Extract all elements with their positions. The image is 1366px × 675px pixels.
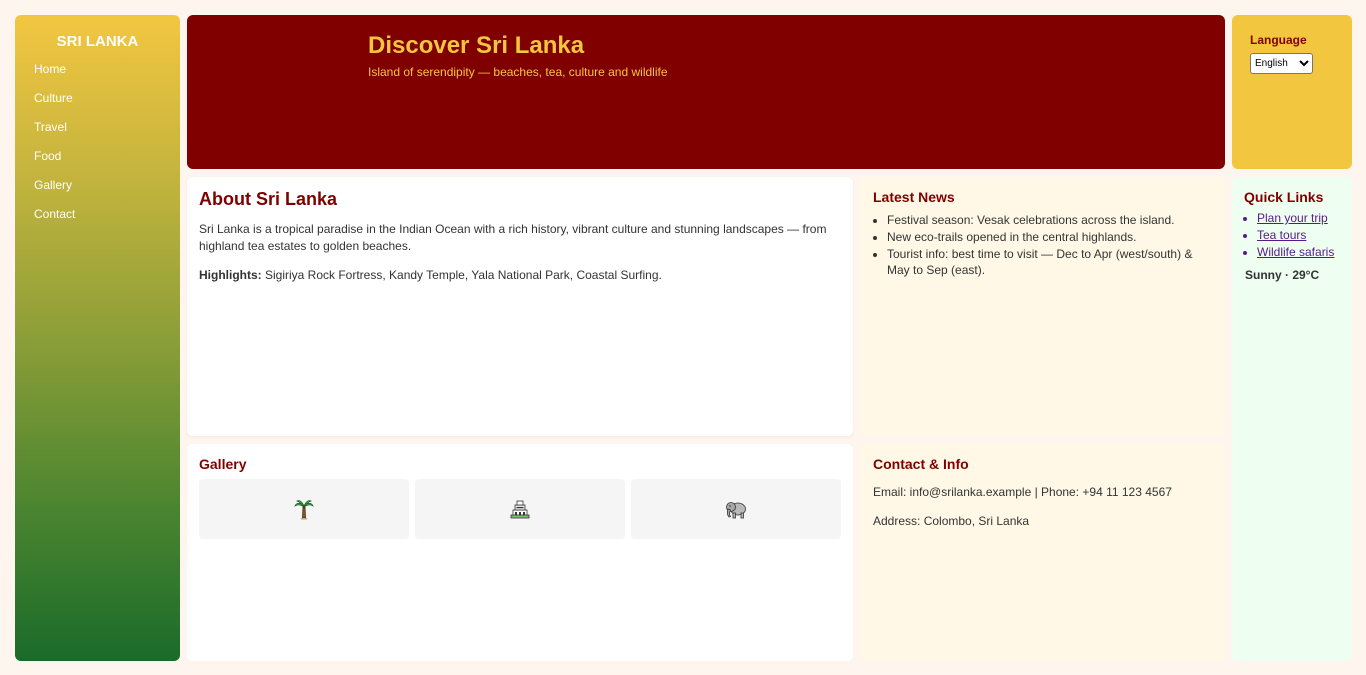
- link-tea-tours[interactable]: Tea tours: [1257, 228, 1306, 242]
- highlights-label: Highlights:: [199, 268, 262, 282]
- nav-item-gallery[interactable]: Gallery: [15, 176, 180, 205]
- weather-status: Sunny · 29°C: [1245, 268, 1320, 282]
- brand-title: SRI LANKA: [56, 33, 139, 50]
- news-item: Tourist info: best time to visit — Dec t…: [887, 246, 1213, 278]
- quick-links-card: Quick Links Plan your trip Tea tours Wil…: [1232, 177, 1352, 661]
- contact-title: Contact & Info: [873, 456, 969, 472]
- gallery-thumb-elephant[interactable]: [631, 479, 841, 539]
- news-card: Latest News Festival season: Vesak celeb…: [861, 177, 1225, 436]
- palm-tree-icon: [294, 500, 314, 520]
- language-panel: Language English: [1232, 15, 1352, 169]
- gallery-thumb-temple[interactable]: [415, 479, 625, 539]
- temple-icon: [510, 500, 530, 519]
- quick-links-title: Quick Links: [1244, 189, 1324, 205]
- about-body: Sri Lanka is a tropical paradise in the …: [199, 222, 827, 253]
- nav-item-food[interactable]: Food: [15, 147, 180, 176]
- quick-link-item: Plan your trip: [1257, 210, 1340, 227]
- about-highlights: Highlights: Sigiriya Rock Fortress, Kand…: [199, 267, 841, 284]
- sidebar: SRI LANKA Home Culture Travel Food Galle…: [15, 15, 180, 661]
- gallery-thumb-palm[interactable]: [199, 479, 409, 539]
- gallery-card: Gallery: [187, 444, 853, 661]
- hero-subtitle: Island of serendipity — beaches, tea, cu…: [368, 65, 668, 79]
- link-wildlife-safaris[interactable]: Wildlife safaris: [1257, 245, 1334, 259]
- contact-card: Contact & Info Email: info@srilanka.exam…: [861, 444, 1225, 661]
- contact-email-phone: Email: info@srilanka.example | Phone: +9…: [873, 485, 1172, 499]
- hero-title: Discover Sri Lanka: [368, 32, 585, 59]
- hero-banner: Discover Sri Lanka Island of serendipity…: [187, 15, 1225, 169]
- highlights-text: Sigiriya Rock Fortress, Kandy Temple, Ya…: [261, 268, 662, 282]
- nav-item-culture[interactable]: Culture: [15, 89, 180, 118]
- nav-item-contact[interactable]: Contact: [15, 205, 180, 234]
- sidebar-nav: Home Culture Travel Food Gallery Contact: [15, 60, 180, 234]
- news-title: Latest News: [873, 189, 955, 205]
- language-select[interactable]: English: [1250, 53, 1313, 74]
- news-item: Festival season: Vesak celebrations acro…: [887, 212, 1213, 228]
- quick-link-item: Wildlife safaris: [1257, 244, 1340, 261]
- about-title: About Sri Lanka: [199, 189, 338, 209]
- language-label: Language: [1250, 33, 1307, 47]
- gallery-grid: [199, 479, 841, 539]
- link-plan-trip[interactable]: Plan your trip: [1257, 211, 1328, 225]
- nav-item-home[interactable]: Home: [15, 60, 180, 89]
- nav-item-travel[interactable]: Travel: [15, 118, 180, 147]
- news-list: Festival season: Vesak celebrations acro…: [873, 212, 1213, 278]
- quick-links-list: Plan your trip Tea tours Wildlife safari…: [1244, 210, 1340, 261]
- contact-address: Address: Colombo, Sri Lanka: [873, 514, 1030, 528]
- elephant-icon: [726, 502, 746, 519]
- quick-link-item: Tea tours: [1257, 227, 1340, 244]
- about-card: About Sri Lanka Sri Lanka is a tropical …: [187, 177, 853, 436]
- gallery-title: Gallery: [199, 456, 247, 472]
- news-item: New eco-trails opened in the central hig…: [887, 229, 1213, 245]
